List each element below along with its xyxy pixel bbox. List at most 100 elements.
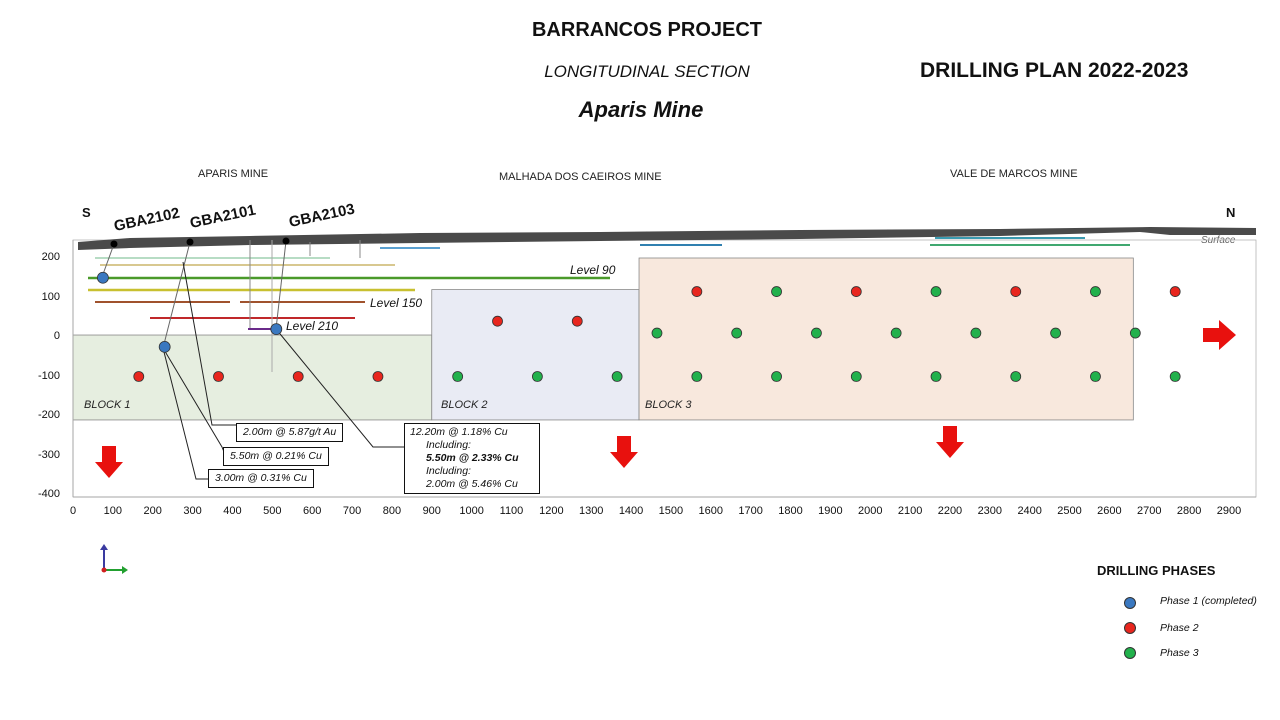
x-tick-label: 1500 — [658, 505, 684, 517]
x-tick-label: 2800 — [1176, 505, 1202, 517]
legend-label-phase-2: Phase 2 — [1160, 622, 1199, 634]
drill-target-phase-2 — [1169, 286, 1181, 297]
drill-target-phase-3 — [1090, 371, 1101, 382]
level-label-90: Level 90 — [570, 263, 616, 277]
x-tick-label: 1700 — [738, 505, 763, 517]
drill-target-phase-2 — [571, 315, 583, 327]
drill-target-phase-3 — [930, 286, 942, 297]
legend-marker-phase-3 — [1124, 647, 1136, 659]
drill-target-phase-2 — [492, 315, 503, 327]
legend-title: DRILLING PHASES — [1097, 563, 1216, 578]
block-area-3 — [638, 257, 1134, 421]
arrow-down-icon — [95, 446, 123, 478]
drill-target-phase-2 — [372, 371, 384, 382]
x-tick-label: 2100 — [897, 505, 923, 517]
y-tick-label: 100 — [41, 290, 60, 303]
drill-target-phase-2 — [213, 371, 224, 382]
intercept-text: Including: — [426, 465, 471, 477]
legend-label-phase-3: Phase 3 — [1160, 647, 1199, 659]
x-tick-label: 600 — [302, 505, 322, 517]
arrow-down-icon — [610, 436, 638, 468]
x-tick-label: 1800 — [778, 505, 803, 517]
block-label-3: BLOCK 3 — [645, 399, 692, 411]
drill-target-phase-2 — [133, 371, 145, 382]
drill-target-phase-3 — [611, 371, 623, 382]
drill-target-phase-3 — [1050, 327, 1061, 339]
drill-target-phase-3 — [890, 327, 902, 339]
collar-gba2102 — [110, 240, 118, 248]
drill-target-phase-3 — [691, 371, 703, 382]
y-tick-label: 200 — [41, 251, 60, 263]
x-tick-label: 1400 — [618, 505, 644, 517]
drill-target-phase-2 — [292, 371, 304, 382]
intercept-text-highlight: 5.50m @ 2.33% Cu — [426, 452, 519, 464]
x-tick-label: 200 — [143, 505, 162, 517]
drill-target-phase-2 — [691, 286, 703, 297]
x-tick-label: 400 — [223, 505, 242, 517]
drill-target-phase-3 — [731, 327, 743, 339]
collar-gba2101 — [186, 238, 194, 246]
longitudinal-section-chart — [72, 227, 1257, 574]
drill-target-phase-2 — [1010, 286, 1022, 297]
drill-target-phase-3 — [651, 327, 663, 339]
intercept-text: 12.20m @ 1.18% Cu — [410, 426, 508, 438]
drill-target-phase-3 — [452, 371, 464, 382]
drill-target-phase-3 — [850, 371, 862, 382]
drill-target-phase-3 — [811, 327, 822, 339]
drill-target-phase-1 — [158, 340, 171, 353]
x-tick-label: 1900 — [818, 505, 843, 517]
drill-target-phase-1 — [96, 271, 109, 284]
intercept-text: Including: — [426, 439, 471, 451]
arrow-down-icon — [936, 426, 964, 458]
x-tick-label: 1100 — [499, 505, 524, 517]
x-tick-label: 900 — [422, 505, 441, 517]
x-tick-label: 1300 — [578, 505, 604, 517]
arrow-right-icon — [1203, 320, 1236, 350]
drill-target-phase-3 — [1129, 327, 1141, 339]
intercept-text: 2.00m @ 5.87g/t Au — [243, 426, 337, 438]
level-label-210: Level 210 — [286, 319, 339, 333]
x-tick-label: 2700 — [1137, 505, 1162, 517]
y-tick-label: -300 — [37, 448, 60, 461]
block-label-2: BLOCK 2 — [441, 399, 488, 411]
intercept-box-gba2101-a: 5.50m @ 0.21% Cu — [223, 447, 329, 466]
drill-target-phase-2 — [850, 286, 862, 297]
block-label-1: BLOCK 1 — [84, 399, 131, 411]
intercept-box-gba2103: 12.20m @ 1.18% Cu Including: 5.50m @ 2.3… — [404, 423, 540, 494]
intercept-text: 5.50m @ 0.21% Cu — [230, 450, 322, 462]
x-tick-label: 2400 — [1017, 505, 1042, 517]
intercept-text: 3.00m @ 0.31% Cu — [215, 472, 307, 484]
x-tick-label: 0 — [69, 505, 77, 517]
drill-target-phase-3 — [1169, 371, 1181, 382]
drill-target-phase-3 — [771, 286, 782, 297]
y-tick-label: -100 — [37, 369, 60, 382]
y-tick-label: -400 — [37, 488, 60, 500]
legend-label-phase-1: Phase 1 (completed) — [1160, 595, 1257, 607]
x-tick-label: 700 — [342, 505, 362, 517]
intercept-box-gba2101-b: 3.00m @ 0.31% Cu — [208, 469, 314, 488]
x-tick-label: 500 — [263, 505, 282, 517]
x-tick-label: 1200 — [539, 505, 564, 517]
intercept-text: 2.00m @ 5.46% Cu — [426, 478, 518, 490]
drill-target-phase-1 — [270, 323, 283, 336]
drill-target-phase-3 — [1090, 286, 1101, 297]
x-tick-label: 300 — [183, 505, 202, 517]
legend-marker-phase-1 — [1124, 597, 1136, 609]
legend-marker-phase-2 — [1124, 622, 1136, 634]
intercept-box-gba2102: 2.00m @ 5.87g/t Au — [236, 423, 344, 442]
collar-gba2103 — [282, 237, 290, 245]
x-tick-label: 1000 — [459, 505, 484, 517]
x-tick-label: 2900 — [1216, 505, 1242, 517]
axis-orientation-icon — [100, 544, 128, 574]
x-tick-label: 2500 — [1057, 505, 1082, 517]
x-tick-label: 100 — [103, 505, 123, 517]
x-tick-label: 2600 — [1097, 505, 1122, 517]
x-tick-label: 2000 — [857, 505, 883, 517]
x-tick-label: 2300 — [977, 505, 1003, 517]
x-tick-label: 1600 — [698, 505, 724, 517]
drill-target-phase-3 — [531, 371, 543, 382]
y-tick-label: 0 — [53, 330, 60, 342]
drill-target-phase-3 — [1010, 371, 1022, 382]
level-label-150: Level 150 — [370, 296, 423, 310]
x-tick-label: 800 — [382, 505, 402, 517]
